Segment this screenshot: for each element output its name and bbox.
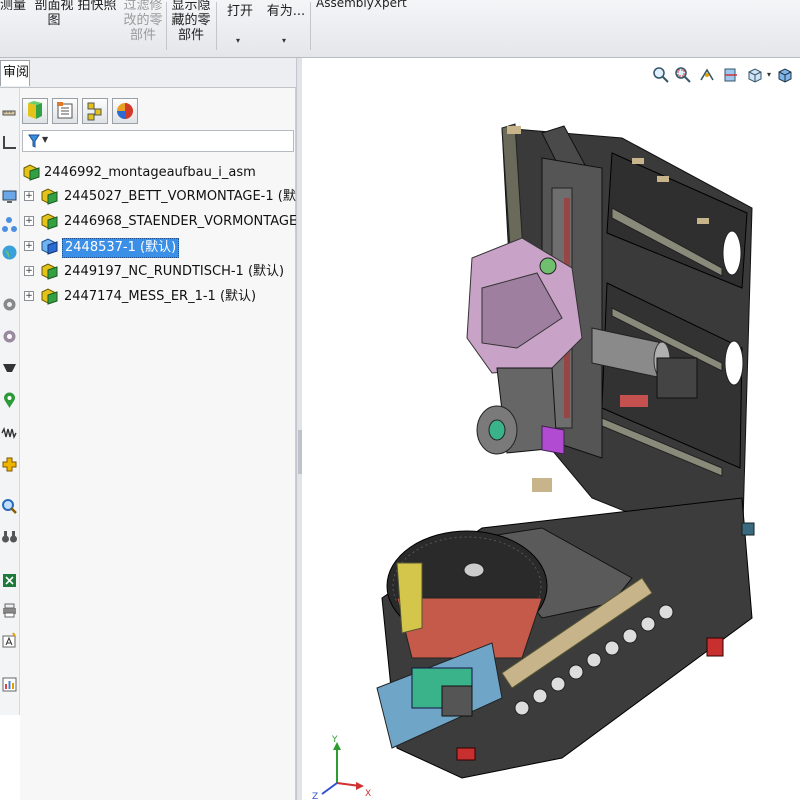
printer-icon[interactable] — [1, 602, 18, 619]
property-list-icon — [57, 102, 73, 119]
tree-item-label: 2449197_NC_RUNDTISCH-1 (默认) — [64, 264, 285, 279]
tree-item-label: 2446968_STAENDER_VORMONTAGE-1 ( — [64, 214, 320, 229]
show-hidden-components-button[interactable]: 显示隐 藏的零 部件 — [170, 0, 212, 43]
open-dropdown-arrow[interactable]: ▾ — [236, 36, 240, 45]
ruler-icon[interactable] — [1, 108, 18, 125]
triad-y-label: Y — [331, 735, 338, 745]
command-manager-tabs: 审阅 — [0, 58, 296, 88]
filter-modified-label-1: 过滤修 — [123, 0, 163, 13]
section-view-label-2: 图 — [47, 13, 61, 28]
hopper-icon[interactable] — [1, 360, 18, 377]
measure-label: 测量 — [0, 0, 27, 13]
coordinate-triad — [321, 742, 364, 795]
tree-item[interactable]: + 2449197_NC_RUNDTISCH-1 (默认) — [20, 261, 296, 283]
gear-icon[interactable] — [1, 296, 18, 313]
plus-joint-icon[interactable] — [1, 456, 18, 473]
tree-root-label: 2446992_montageaufbau_i_asm — [44, 165, 256, 180]
globe-icon[interactable] — [1, 244, 18, 261]
ribbon-toolbar: 测量 剖面视 图 拍快照 过滤修 改的零 部件 显示隐 藏的零 部件 打开 ▾ … — [0, 0, 800, 58]
assemblyxpert-button[interactable]: AssemblyXpert — [316, 0, 407, 11]
filter-modified-components-button[interactable]: 过滤修 改的零 部件 — [122, 0, 164, 43]
expand-toggle[interactable]: + — [24, 191, 34, 201]
network-icon[interactable] — [1, 216, 18, 233]
triad-x-label: X — [365, 789, 371, 799]
save-as-label: 有为... — [266, 4, 306, 19]
assemblyxpert-label: AssemblyXpert — [316, 0, 407, 10]
tree-root-assembly[interactable]: 2446992_montageaufbau_i_asm — [20, 162, 296, 184]
graphics-viewport[interactable]: ▾ Y X Z — [302, 58, 800, 800]
assembly-icon — [23, 164, 40, 181]
tab-review[interactable]: 审阅 — [0, 60, 30, 86]
expand-toggle[interactable]: + — [24, 241, 34, 251]
ribbon-separator — [166, 2, 167, 50]
tree-item-label: 2448537-1 (默认) — [62, 238, 180, 258]
feature-tree-icon — [28, 101, 42, 119]
solidworks-window: 测量 剖面视 图 拍快照 过滤修 改的零 部件 显示隐 藏的零 部件 打开 ▾ … — [0, 0, 800, 800]
feature-manager-panel: ▼ 2446992_montageaufbau_i_asm + 2445027_… — [20, 88, 319, 800]
section-view-button[interactable]: 剖面视 图 — [32, 0, 76, 28]
display-manager-tab[interactable] — [112, 98, 138, 124]
triad-z-label: Z — [312, 792, 318, 800]
tree-item[interactable]: + 2445027_BETT_VORMONTAGE-1 (默认) — [20, 186, 314, 208]
subassembly-icon — [41, 188, 58, 205]
tree-item[interactable]: + 2446968_STAENDER_VORMONTAGE-1 ( — [20, 211, 319, 233]
magnifier-icon[interactable] — [1, 498, 18, 515]
subassembly-blue-icon — [41, 238, 58, 255]
property-manager-tab[interactable] — [52, 98, 78, 124]
monitor-icon[interactable] — [1, 188, 18, 205]
cog-settings-icon[interactable] — [1, 328, 18, 345]
ribbon-separator — [216, 2, 217, 50]
tree-item-selected[interactable]: + 2448537-1 (默认) — [20, 236, 296, 258]
filter-dropdown-arrow[interactable]: ▼ — [42, 135, 48, 144]
open-label: 打开 — [226, 4, 253, 19]
ribbon-separator — [310, 2, 311, 50]
location-pin-icon[interactable] — [1, 392, 18, 409]
show-hidden-label-3: 部件 — [177, 28, 204, 43]
left-toolstrip — [0, 88, 20, 715]
configuration-icon — [87, 102, 102, 121]
tree-item[interactable]: + 2447174_MESS_ER_1-1 (默认) — [20, 286, 296, 308]
feature-manager-tab[interactable] — [22, 98, 48, 124]
show-hidden-label-2: 藏的零 — [171, 13, 211, 28]
appearance-sphere-icon — [117, 103, 133, 119]
expand-toggle[interactable]: + — [24, 266, 34, 276]
spring-icon[interactable] — [1, 424, 18, 441]
subassembly-icon — [41, 213, 58, 230]
binoculars-icon[interactable] — [1, 528, 18, 545]
expand-toggle[interactable]: + — [24, 291, 34, 301]
save-as-dropdown-arrow[interactable]: ▾ — [282, 36, 286, 45]
filter-modified-label-2: 改的零 — [123, 13, 163, 28]
snapshot-button[interactable]: 拍快照 — [76, 0, 118, 13]
machine-model-3d[interactable]: Y X Z — [302, 58, 800, 800]
tree-item-label: 2447174_MESS_ER_1-1 (默认) — [64, 289, 257, 304]
subassembly-icon — [41, 263, 58, 280]
configuration-manager-tab[interactable] — [82, 98, 108, 124]
text-annotation-icon[interactable] — [1, 632, 18, 649]
angle-icon[interactable] — [1, 134, 18, 151]
expand-toggle[interactable]: + — [24, 216, 34, 226]
section-view-label-1: 剖面视 — [34, 0, 74, 13]
tree-filter-bar[interactable]: ▼ — [22, 130, 294, 152]
open-button[interactable]: 打开 — [222, 4, 258, 19]
report-icon[interactable] — [1, 676, 18, 693]
snapshot-label: 拍快照 — [77, 0, 117, 13]
show-hidden-label-1: 显示隐 — [171, 0, 211, 13]
filter-modified-label-3: 部件 — [129, 28, 156, 43]
save-as-button[interactable]: 有为... — [264, 4, 308, 19]
tree-item-label: 2445027_BETT_VORMONTAGE-1 (默认) — [64, 189, 314, 204]
subassembly-icon — [41, 288, 58, 305]
excel-icon[interactable] — [1, 572, 18, 589]
filter-funnel-icon[interactable] — [28, 134, 40, 148]
measure-button[interactable]: 测量 — [0, 0, 26, 13]
